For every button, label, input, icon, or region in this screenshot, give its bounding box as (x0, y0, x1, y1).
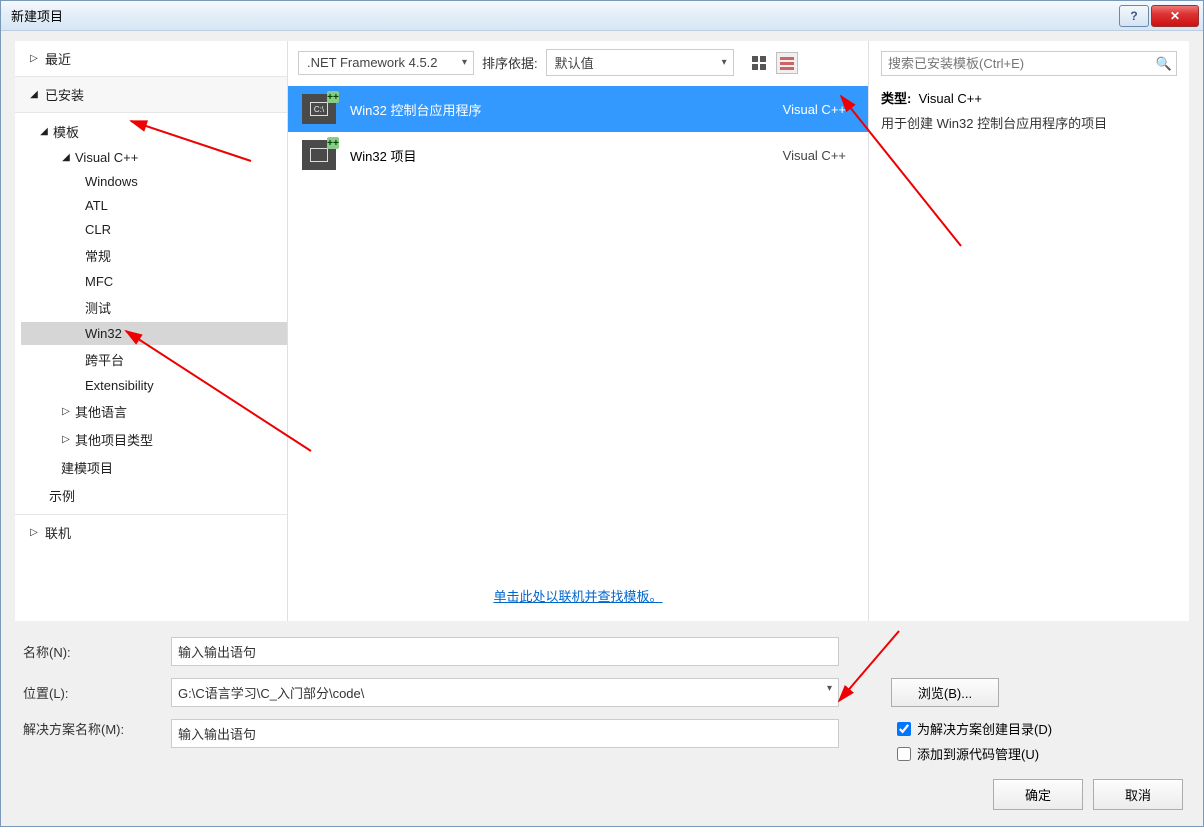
type-label: 类型: (881, 91, 911, 106)
new-project-dialog: 新建项目 ? ✕ ▷ 最近 ◢ 已安装 ◢ 模板 (0, 0, 1204, 827)
template-panel: .NET Framework 4.5.2 排序依据: 默认值 (287, 41, 869, 621)
tree-item-clr[interactable]: CLR (21, 218, 287, 241)
sort-value: 默认值 (555, 53, 594, 72)
tree-label: 其他项目类型 (75, 430, 153, 449)
name-input[interactable]: 输入输出语句 (171, 637, 839, 666)
template-row-console[interactable]: C:\++ Win32 控制台应用程序 Visual C++ (288, 86, 868, 132)
checkbox-label: 为解决方案创建目录(D) (917, 719, 1052, 738)
tree-item-vcpp[interactable]: ◢ Visual C++ (21, 146, 287, 169)
tree-label: 模板 (53, 122, 79, 141)
tree-item-other-proj[interactable]: ▷ 其他项目类型 (21, 426, 287, 453)
template-name: Win32 控制台应用程序 (350, 100, 730, 119)
chevron-right-icon: ▷ (61, 434, 71, 445)
search-icon[interactable]: 🔍 (1152, 56, 1176, 72)
console-app-icon: C:\++ (302, 94, 336, 124)
checkbox-input[interactable] (897, 747, 911, 761)
sidebar-label-online: 联机 (45, 523, 71, 542)
sidebar-label-recent: 最近 (45, 49, 71, 68)
sidebar-section-installed[interactable]: ◢ 已安装 (15, 77, 287, 113)
sort-label: 排序依据: (482, 53, 538, 72)
template-lang: Visual C++ (744, 148, 854, 163)
online-search-link-area: 单击此处以联机并查找模板。 (288, 574, 868, 621)
browse-button[interactable]: 浏览(B)... (891, 678, 999, 707)
help-button[interactable]: ? (1119, 5, 1149, 27)
description-body: 用于创建 Win32 控制台应用程序的项目 (881, 113, 1177, 132)
type-value: Visual C++ (919, 91, 982, 106)
sort-dropdown[interactable]: 默认值 (546, 49, 734, 76)
tree-label: MFC (85, 274, 113, 289)
sidebar-section-recent[interactable]: ▷ 最近 (15, 41, 287, 77)
chevron-down-icon: ◢ (29, 89, 39, 100)
cancel-button[interactable]: 取消 (1093, 779, 1183, 810)
description-type: 类型: Visual C++ (881, 88, 1177, 107)
tree-label: 建模项目 (61, 458, 113, 477)
tree-item-test[interactable]: 测试 (21, 294, 287, 321)
template-row-project[interactable]: ++ Win32 项目 Visual C++ (288, 132, 868, 178)
tree-item-modeling[interactable]: 建模项目 (21, 454, 287, 481)
location-label: 位置(L): (19, 683, 159, 702)
tree-item-other-lang[interactable]: ▷ 其他语言 (21, 398, 287, 425)
window-title: 新建项目 (11, 6, 63, 25)
sidebar-section-online[interactable]: ▷ 联机 (15, 514, 287, 550)
close-button[interactable]: ✕ (1151, 5, 1199, 27)
chevron-right-icon: ▷ (61, 406, 71, 417)
description-panel: 🔍 类型: Visual C++ 用于创建 Win32 控制台应用程序的项目 (869, 41, 1189, 621)
category-sidebar: ▷ 最近 ◢ 已安装 ◢ 模板 ◢ Visual C++ Win (15, 41, 287, 621)
source-control-checkbox[interactable]: 添加到源代码管理(U) (897, 744, 1052, 763)
template-toolbar: .NET Framework 4.5.2 排序依据: 默认值 (288, 41, 868, 86)
tree-label: Visual C++ (75, 150, 138, 165)
framework-dropdown[interactable]: .NET Framework 4.5.2 (298, 51, 474, 75)
tree-label: 其他语言 (75, 402, 127, 421)
chevron-right-icon: ▷ (29, 53, 39, 64)
tree-label: Extensibility (85, 378, 154, 393)
location-input[interactable]: G:\C语言学习\C_入门部分\code\ (171, 678, 839, 707)
grid-icon (752, 56, 766, 70)
sidebar-label-installed: 已安装 (45, 85, 84, 104)
tree-item-templates[interactable]: ◢ 模板 (21, 118, 287, 145)
chevron-down-icon: ◢ (61, 152, 71, 163)
tree-item-atl[interactable]: ATL (21, 194, 287, 217)
dialog-content: ▷ 最近 ◢ 已安装 ◢ 模板 ◢ Visual C++ Win (1, 31, 1203, 826)
solution-name-input[interactable]: 输入输出语句 (171, 719, 839, 748)
tree-item-mfc[interactable]: MFC (21, 270, 287, 293)
tree-item-samples[interactable]: 示例 (21, 482, 287, 509)
template-lang: Visual C++ (744, 102, 854, 117)
search-box[interactable]: 🔍 (881, 51, 1177, 76)
tree-item-general[interactable]: 常规 (21, 242, 287, 269)
tree-label: 跨平台 (85, 350, 124, 369)
checkbox-input[interactable] (897, 722, 911, 736)
view-small-icons[interactable] (748, 52, 770, 74)
template-list: C:\++ Win32 控制台应用程序 Visual C++ ++ Win32 … (288, 86, 868, 574)
tree-label: 示例 (49, 486, 75, 505)
list-icon (780, 56, 794, 70)
tree-label: CLR (85, 222, 111, 237)
framework-value: .NET Framework 4.5.2 (307, 55, 438, 70)
project-icon: ++ (302, 140, 336, 170)
checkbox-label: 添加到源代码管理(U) (917, 744, 1039, 763)
tree-label: Windows (85, 174, 138, 189)
chevron-down-icon: ◢ (39, 126, 49, 137)
tree-label: 测试 (85, 298, 111, 317)
template-tree: ◢ 模板 ◢ Visual C++ Windows ATL CLR 常规 MFC… (15, 113, 287, 514)
tree-item-crossplatform[interactable]: 跨平台 (21, 346, 287, 373)
project-form: 名称(N): 输入输出语句 位置(L): G:\C语言学习\C_入门部分\cod… (15, 629, 1189, 816)
online-search-link[interactable]: 单击此处以联机并查找模板。 (493, 589, 662, 604)
tree-item-extensibility[interactable]: Extensibility (21, 374, 287, 397)
view-list[interactable] (776, 52, 798, 74)
tree-label: 常规 (85, 246, 111, 265)
create-directory-checkbox[interactable]: 为解决方案创建目录(D) (897, 719, 1052, 738)
tree-item-windows[interactable]: Windows (21, 170, 287, 193)
solution-name-label: 解决方案名称(M): (19, 719, 159, 738)
title-bar[interactable]: 新建项目 ? ✕ (1, 1, 1203, 31)
template-name: Win32 项目 (350, 146, 730, 165)
ok-button[interactable]: 确定 (993, 779, 1083, 810)
tree-label: Win32 (85, 326, 122, 341)
tree-label: ATL (85, 198, 108, 213)
name-label: 名称(N): (19, 642, 159, 661)
search-input[interactable] (882, 52, 1152, 75)
tree-item-win32[interactable]: Win32 (21, 322, 287, 345)
chevron-right-icon: ▷ (29, 527, 39, 538)
